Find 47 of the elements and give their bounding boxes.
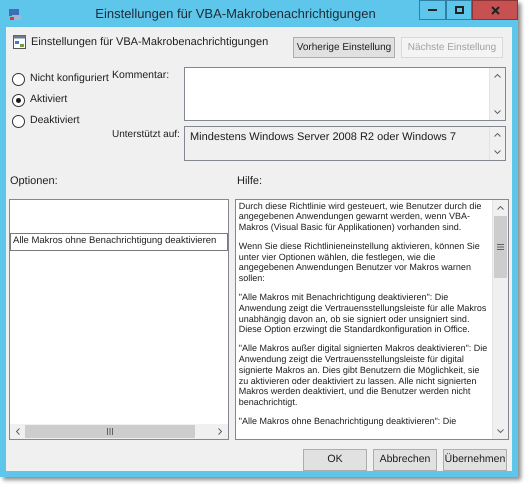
app-icon [8,6,22,20]
scroll-thumb[interactable] [25,424,195,438]
radio-button[interactable] [12,72,25,86]
radio-button[interactable] [12,94,25,106]
close-icon [490,6,500,14]
scroll-up-icon [494,133,501,137]
scroll-down-icon [497,428,504,432]
help-paragraph: Durch diese Richtlinie wird gesteuert, wie Benutzer durch die angegebenen Anwendungen gewarnt werden, wenn VBA-Makros (Visual Basic für Applikationen) vorhanden sind. [238,200,482,233]
help-paragraph: "Alle Makros außer digital signierten Makros deaktivieren": Die Anwendung zeigt die Vertrauensstellungsleiste für digital signierte Makros an. Dies gibt Benutzern die Möglichkeit, sie zu aktivieren oder deaktiviert zu lassen. Alle nicht signierten Makros werden deaktiviert, und die Benutzer werden nicht benachrichtigt. [238,343,488,408]
policy-icon [13,35,26,49]
supported-value: Mindestens Windows Server 2008 R2 oder Windows 7 [190,131,456,143]
scroll-up-icon [497,206,504,210]
grip-icon [107,428,113,434]
dialog-button[interactable]: Übernehmen [443,448,507,470]
dialog-button[interactable]: Abbrechen [373,448,437,470]
scroll-thumb[interactable] [494,216,507,278]
grip-icon [497,244,504,250]
section-label: Optionen: [9,174,59,189]
comment-field[interactable] [184,67,506,121]
dialog-button[interactable]: OK [303,448,367,470]
maximize-button[interactable] [446,0,472,20]
radio-label: Aktiviert [30,92,68,108]
window-title: Einstellungen für VBA-Makrobenachrichtigungen [94,4,377,23]
field-label: Kommentar: [112,69,170,81]
radio-label: Nicht konfiguriert [30,71,109,86]
setting-title: Einstellungen für VBA-Makrobenachrichtigungen [31,35,270,50]
dialog-button[interactable]: Vorherige Einstellung [293,37,395,58]
horizontal-scrollbar[interactable] [10,424,228,438]
minimize-icon [428,8,437,12]
field-label: Unterstützt auf: [112,129,180,140]
scrollbar[interactable] [489,68,505,120]
scroll-left-icon [16,428,20,434]
scroll-down-icon [494,150,501,154]
option-row[interactable]: Alle Makros ohne Benachrichtigung deaktivieren [10,232,228,250]
radio-label: Deaktiviert [30,113,80,128]
maximize-icon [454,6,464,14]
help-paragraph: Wenn Sie diese Richtlinieneinstellung aktivieren, können Sie unter vier Optionen wählen, die festlegen, wie die angegebenen Anwendungen Benutzer vor Makros warnen sollen: [238,240,481,284]
minimize-button[interactable] [419,0,446,20]
help-paragraph: "Alle Makros ohne Benachrichtigung deaktivieren": Die [238,416,458,427]
radio-button[interactable] [12,114,25,128]
scroll-right-icon [218,428,222,434]
scrollbar[interactable] [492,200,508,438]
scroll-down-icon [494,110,501,114]
help-paragraph: "Alle Makros mit Benachrichtigung deaktivieren": Die Anwendung zeigt die Vertrauensstellungsleiste für alle Makros unabhängig davon an, ob sie signiert oder unsigniert sind. Diese Option erzwingt die Standardkonfiguration in Office. [238,292,488,336]
section-label: Hilfe: [237,174,262,189]
scroll-up-icon [494,74,501,78]
close-button[interactable] [472,0,518,20]
